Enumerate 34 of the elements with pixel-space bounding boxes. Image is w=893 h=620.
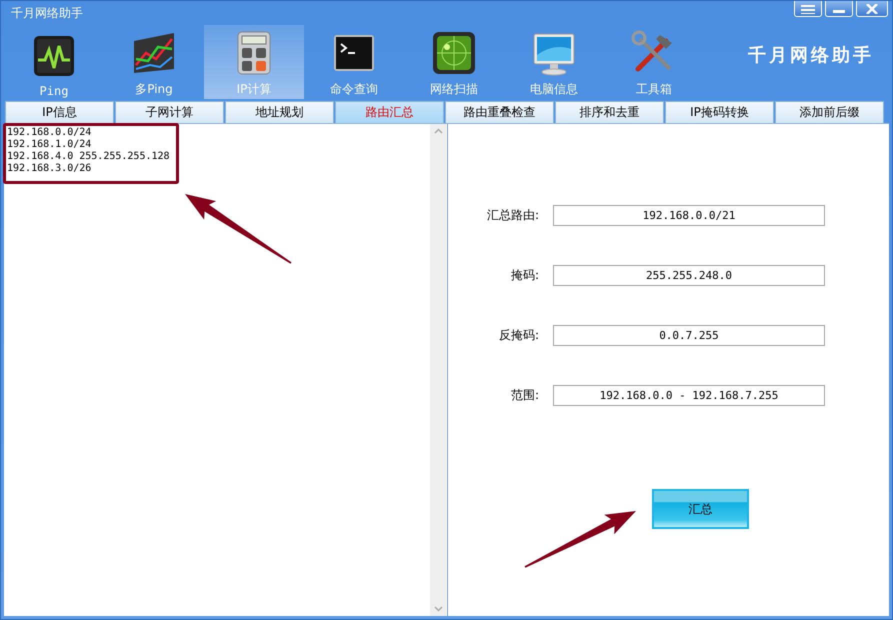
toolbar-label: IP计算 [236,81,272,98]
menu-button[interactable] [794,1,822,17]
toolbar-label: 电脑信息 [530,81,578,98]
tab[interactable]: IP信息 [5,101,114,123]
window-title: 千月网络助手 [11,4,83,22]
close-icon [866,4,878,14]
result-field[interactable]: 0.0.7.255 [553,325,825,346]
toolbar-label: Ping [40,84,68,98]
tab[interactable]: 添加前后缀 [775,101,884,123]
toolbar-label: 工具箱 [636,81,672,98]
minimize-button[interactable] [825,1,853,17]
tab[interactable]: 子网计算 [115,101,224,123]
menu-icon [801,4,815,14]
tab[interactable]: 地址规划 [225,101,334,123]
field-label: 掩码: [510,267,540,284]
close-button[interactable] [856,1,888,17]
tab[interactable]: 路由汇总 [335,101,444,123]
tab[interactable]: 路由重叠检查 [445,101,554,123]
tab[interactable]: IP掩码转换 [665,101,774,123]
minimize-icon [833,10,845,13]
result-field[interactable]: 255.255.248.0 [553,265,825,286]
result-field[interactable]: 192.168.0.0 - 192.168.7.255 [553,385,825,406]
radar-screen-icon [430,29,478,77]
field-label: 反掩码: [498,327,540,344]
field-label: 范围: [510,387,540,404]
toolbar-label: 多Ping [135,81,173,98]
tab[interactable]: 排序和去重 [555,101,664,123]
field-label: 汇总路由: [486,207,540,224]
summarize-button[interactable]: 汇总 [652,489,749,529]
app-logo-text: 千月网络助手 [748,44,874,67]
text-area[interactable]: 192.168.0.0/24 192.168.1.0/24 192.168.4.0 255.255.255.128 192.168.3.0/26 [4,124,430,616]
toolbar-label: 网络扫描 [430,81,478,98]
result-field[interactable]: 192.168.0.0/21 [553,205,825,226]
toolbar-label: 命令查询 [330,81,378,98]
